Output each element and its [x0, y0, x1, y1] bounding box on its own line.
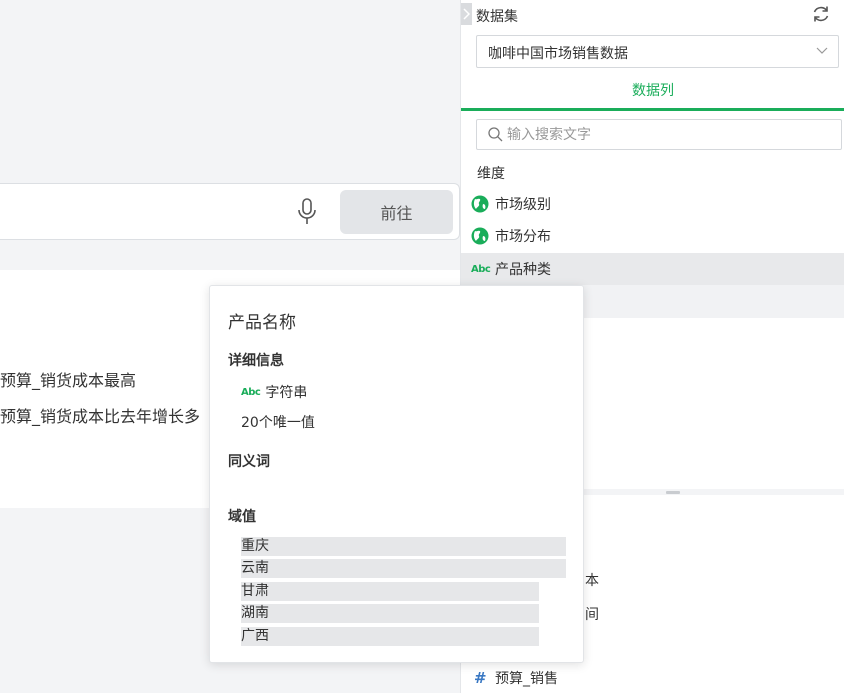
field-label: 市场级别: [495, 197, 551, 213]
dataset-value: 咖啡中国市场销售数据: [488, 46, 628, 62]
suggestion-item[interactable]: 预算_销货成本最高: [0, 367, 136, 391]
search-icon: [488, 127, 503, 142]
synonyms-heading: 同义词: [228, 454, 270, 470]
refresh-icon[interactable]: [811, 4, 831, 24]
field-label: 产品种类: [495, 262, 551, 278]
domain-value: 湖南: [241, 604, 539, 623]
measure-field-item[interactable]: # 预算_销售: [461, 662, 844, 693]
field-label: 市场分布: [495, 229, 551, 245]
microphone-icon[interactable]: [295, 197, 319, 227]
field-label: 预算_销售: [495, 671, 558, 687]
popover-title: 产品名称: [228, 313, 296, 333]
query-bar[interactable]: 前往: [0, 183, 460, 240]
field-item-selected[interactable]: Abc 产品种类: [461, 253, 844, 285]
domain-value: 广西: [241, 627, 539, 646]
details-heading: 详细信息: [228, 353, 284, 369]
globe-icon: [471, 227, 489, 245]
domain-value: 云南: [241, 559, 566, 578]
field-item[interactable]: 市场分布: [461, 220, 844, 252]
suggestion-item[interactable]: 预算_销货成本比去年增长多: [0, 403, 200, 427]
unique-count: 20个唯一值: [241, 415, 315, 431]
splitter-grip[interactable]: [666, 491, 680, 494]
field-item[interactable]: 市场级别: [461, 188, 844, 220]
collapse-handle[interactable]: [461, 3, 472, 25]
field-info-popover: 产品名称 详细信息 Abc 字符串 20个唯一值 同义词 域值 重庆 云南 甘肃…: [209, 285, 584, 663]
search-box[interactable]: [476, 119, 842, 150]
dimension-label: 维度: [477, 166, 505, 182]
hash-icon: #: [474, 669, 487, 687]
domain-heading: 域值: [228, 509, 256, 525]
field-label: 本: [585, 573, 599, 589]
panel-title: 数据集: [476, 9, 518, 25]
abc-icon: Abc: [471, 263, 491, 275]
dataset-select[interactable]: 咖啡中国市场销售数据: [476, 35, 839, 68]
tab-data-columns[interactable]: 数据列: [461, 80, 844, 111]
go-button[interactable]: 前往: [340, 190, 453, 234]
domain-value: 重庆: [241, 537, 566, 556]
abc-icon: Abc: [241, 386, 261, 398]
chevron-down-icon: [816, 47, 828, 54]
domain-value: 甘肃: [241, 582, 539, 601]
type-label: 字符串: [265, 385, 308, 401]
field-label: 间: [585, 607, 599, 623]
chevron-right-icon: [463, 8, 470, 20]
search-input[interactable]: [507, 125, 827, 145]
globe-icon: [471, 195, 489, 213]
type-info: Abc 字符串: [241, 382, 307, 402]
